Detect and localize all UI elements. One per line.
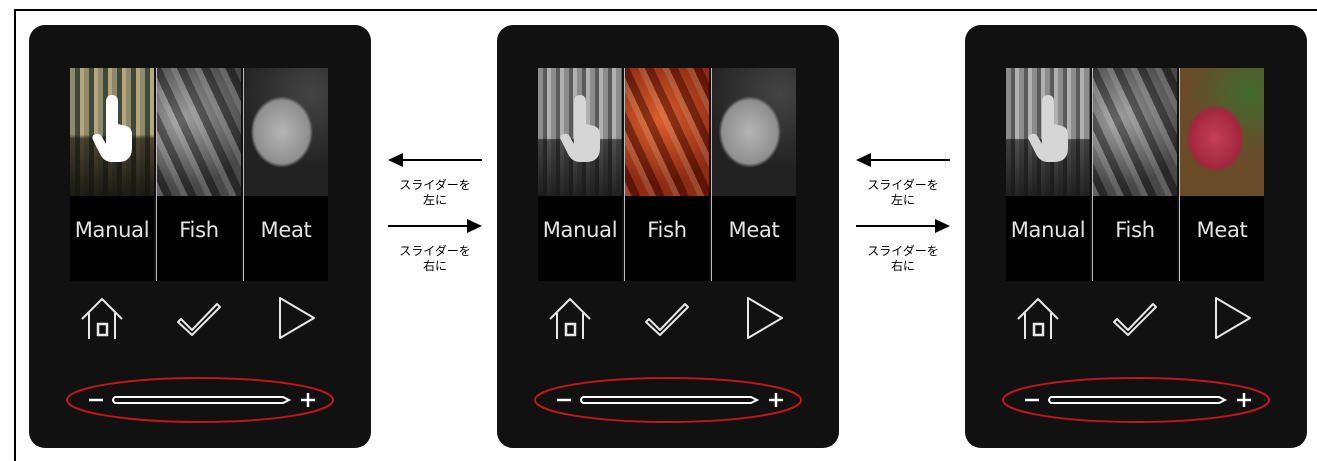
arrow-right-icon [388, 219, 482, 233]
tile-label: Fish [647, 217, 687, 242]
mode-tiles: Manual Fish Meat [70, 68, 328, 281]
fish-photo [157, 68, 241, 196]
arrow-left-icon [388, 153, 482, 167]
home-icon[interactable] [545, 293, 595, 343]
slider-control[interactable] [533, 376, 803, 424]
home-icon[interactable] [77, 293, 127, 343]
slide-instructions-2: スライダーを 左に スライダーを 右に [853, 150, 953, 280]
play-icon[interactable] [1206, 293, 1256, 343]
play-icon[interactable] [738, 293, 788, 343]
slide-right-label: スライダーを 右に [867, 244, 939, 273]
slider-control[interactable] [1001, 376, 1271, 424]
play-icon[interactable] [270, 293, 320, 343]
tile-label: Meat [728, 217, 780, 242]
control-icons [1006, 293, 1264, 343]
tile-manual[interactable]: Manual [538, 68, 622, 281]
tile-label: Fish [179, 217, 219, 242]
tile-label: Manual [1010, 217, 1086, 242]
tile-label: Fish [1115, 217, 1155, 242]
fish-photo [1093, 68, 1177, 196]
meat-photo [244, 68, 328, 196]
tile-meat[interactable]: Meat [243, 68, 328, 281]
slide-instructions-1: スライダーを 左に スライダーを 右に [385, 150, 485, 280]
tile-manual[interactable]: Manual [1006, 68, 1090, 281]
fish-photo [625, 68, 709, 196]
checkmark-icon[interactable] [1110, 293, 1160, 343]
meat-photo [1180, 68, 1264, 196]
mode-tiles: Manual Fish Meat [1006, 68, 1264, 281]
slide-right-label: スライダーを 右に [399, 244, 471, 273]
slide-left-label: スライダーを 左に [399, 178, 471, 207]
slider-control[interactable] [65, 376, 335, 424]
control-panel-meat: Manual Fish Meat [965, 25, 1307, 448]
tile-fish[interactable]: Fish [156, 68, 241, 281]
slide-left-label: スライダーを 左に [867, 178, 939, 207]
home-icon[interactable] [1013, 293, 1063, 343]
control-icons [70, 293, 328, 343]
tile-label: Meat [260, 217, 312, 242]
hand-pointer-icon [560, 95, 600, 162]
tile-fish[interactable]: Fish [1092, 68, 1177, 281]
tile-meat[interactable]: Meat [1179, 68, 1264, 281]
tile-fish[interactable]: Fish [624, 68, 709, 281]
control-panel-manual: Manual Fish Meat [29, 25, 371, 448]
tile-manual[interactable]: Manual [70, 68, 154, 281]
hand-pointer-icon [1028, 95, 1068, 162]
control-panel-fish: Manual Fish Meat [497, 25, 839, 448]
arrow-left-icon [856, 153, 950, 167]
arrow-right-icon [856, 219, 950, 233]
meat-photo [712, 68, 796, 196]
tile-meat[interactable]: Meat [711, 68, 796, 281]
hand-pointer-icon [92, 95, 132, 162]
tile-label: Meat [1196, 217, 1248, 242]
checkmark-icon[interactable] [174, 293, 224, 343]
control-icons [538, 293, 796, 343]
tile-label: Manual [74, 217, 150, 242]
mode-tiles: Manual Fish Meat [538, 68, 796, 281]
tile-label: Manual [542, 217, 618, 242]
checkmark-icon[interactable] [642, 293, 692, 343]
